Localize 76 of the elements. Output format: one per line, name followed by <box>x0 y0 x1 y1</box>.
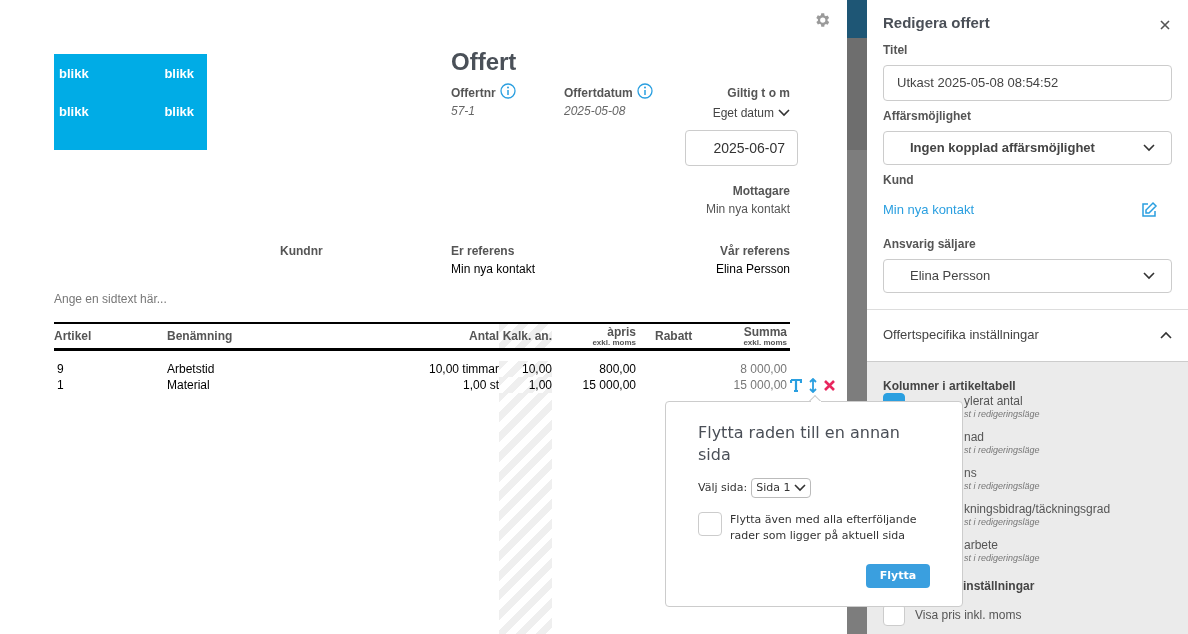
table-cell: 1,00 <box>528 378 552 392</box>
page-text-field[interactable]: Ange en sidtext här... <box>54 290 790 308</box>
close-icon[interactable] <box>1160 20 1170 31</box>
move-vertical-icon[interactable] <box>809 377 817 393</box>
table-cell: 9 <box>57 362 64 376</box>
option-note: st i redigeringsläge <box>964 516 1041 529</box>
section-header[interactable]: Offertspecifika inställningar <box>883 325 1039 345</box>
option-label: ns <box>964 466 978 480</box>
table-cell: Arbetstid <box>167 362 215 376</box>
field-label: Offertdatum <box>564 85 633 102</box>
column-header: Artikel <box>54 322 167 351</box>
table-cell: 1 <box>57 378 64 392</box>
option-note: st i redigeringsläge <box>964 551 1040 565</box>
column-header: Rabatt <box>636 322 700 351</box>
document-title: Offert <box>451 48 518 76</box>
logo-text: blikk <box>164 65 194 83</box>
field-label: Titel <box>883 41 909 59</box>
option-label: arbete <box>964 538 1000 552</box>
date-mode-dropdown[interactable]: Eget datum <box>712 104 790 122</box>
option-note: st i redigeringsläge <box>964 408 1040 421</box>
field-value: 2025-05-08 <box>564 103 627 120</box>
field-label: Kund <box>883 171 915 189</box>
field-value: 57-1 <box>451 103 477 120</box>
field-label: Mottagare <box>732 183 790 200</box>
title-field[interactable]: Utkast 2025-05-08 08:54:52 <box>883 64 1172 101</box>
table-cell: 15 000,00 <box>582 378 636 392</box>
field-label: Kundnr <box>280 243 324 260</box>
logo-text: blikk <box>59 103 90 121</box>
select-field[interactable]: Elina Persson <box>883 258 1172 293</box>
panel-title: Redigera offert <box>883 13 990 33</box>
info-icon[interactable] <box>636 83 653 99</box>
field-label: Vår referens <box>719 243 790 260</box>
delete-icon[interactable] <box>824 379 835 391</box>
popover-title: Flytta raden till en annan sida <box>698 422 901 466</box>
edit-icon[interactable] <box>1140 200 1158 219</box>
chevron-down-icon <box>1143 271 1155 280</box>
select-label: Välj sida: <box>698 479 748 496</box>
text-icon[interactable] <box>790 378 802 392</box>
option-note: st i redigeringsläge <box>964 479 1040 493</box>
field-label: Offertnr <box>451 85 496 102</box>
table-cell: 8 000,00 <box>740 362 787 376</box>
table-cell: 1,00 st <box>462 378 499 392</box>
checkbox[interactable] <box>698 512 722 536</box>
column-header: Summa exkl. moms <box>700 322 787 351</box>
column-header: àpris exkl. moms <box>552 322 636 351</box>
select-field[interactable]: Ingen kopplad affärsmöjlighet <box>883 130 1172 165</box>
table-cell: Material <box>167 378 210 392</box>
table-cell: 15 000,00 <box>733 378 787 392</box>
group-title: Kolumner i artikeltabell <box>883 377 1017 395</box>
field-value: Elina Persson <box>715 261 790 278</box>
field-label: Affärsmöjlighet <box>883 107 972 125</box>
checkbox-label: Flytta även med alla efterföljande rader som ligger på aktuell sida <box>730 512 918 544</box>
field-value: Min nya kontakt <box>451 261 537 278</box>
group-title: inställningar <box>963 577 1036 595</box>
table-cell: 800,00 <box>599 362 636 376</box>
column-header: Benämning <box>167 322 399 351</box>
chevron-down-icon <box>793 484 806 492</box>
option-note: st i redigeringsläge <box>964 443 1040 457</box>
field-label: Er referens <box>451 243 516 260</box>
chevron-down-icon <box>778 109 790 117</box>
table-cell: 10,00 timmar <box>428 362 499 376</box>
option-label: nad <box>964 430 986 444</box>
field-label: Giltig t o m <box>727 85 790 102</box>
option-label: Visa pris inkl. moms <box>915 606 1022 624</box>
page-select[interactable]: Sida 1 <box>751 478 811 498</box>
logo-text: blikk <box>59 65 90 83</box>
field-label: Ansvarig säljare <box>883 235 977 253</box>
logo-text: blikk <box>164 103 194 121</box>
date-field[interactable]: 2025-06-07 <box>685 130 798 166</box>
option-label: kningsbidrag/täckningsgrad <box>964 502 1111 516</box>
field-value: Min nya kontakt <box>705 201 790 218</box>
option-label: ylerat antal <box>964 394 1024 408</box>
table-cell: 10,00 <box>521 362 552 376</box>
chevron-down-icon <box>1143 143 1155 152</box>
info-icon[interactable] <box>499 83 516 99</box>
column-header: Kalk. an. <box>499 322 552 351</box>
